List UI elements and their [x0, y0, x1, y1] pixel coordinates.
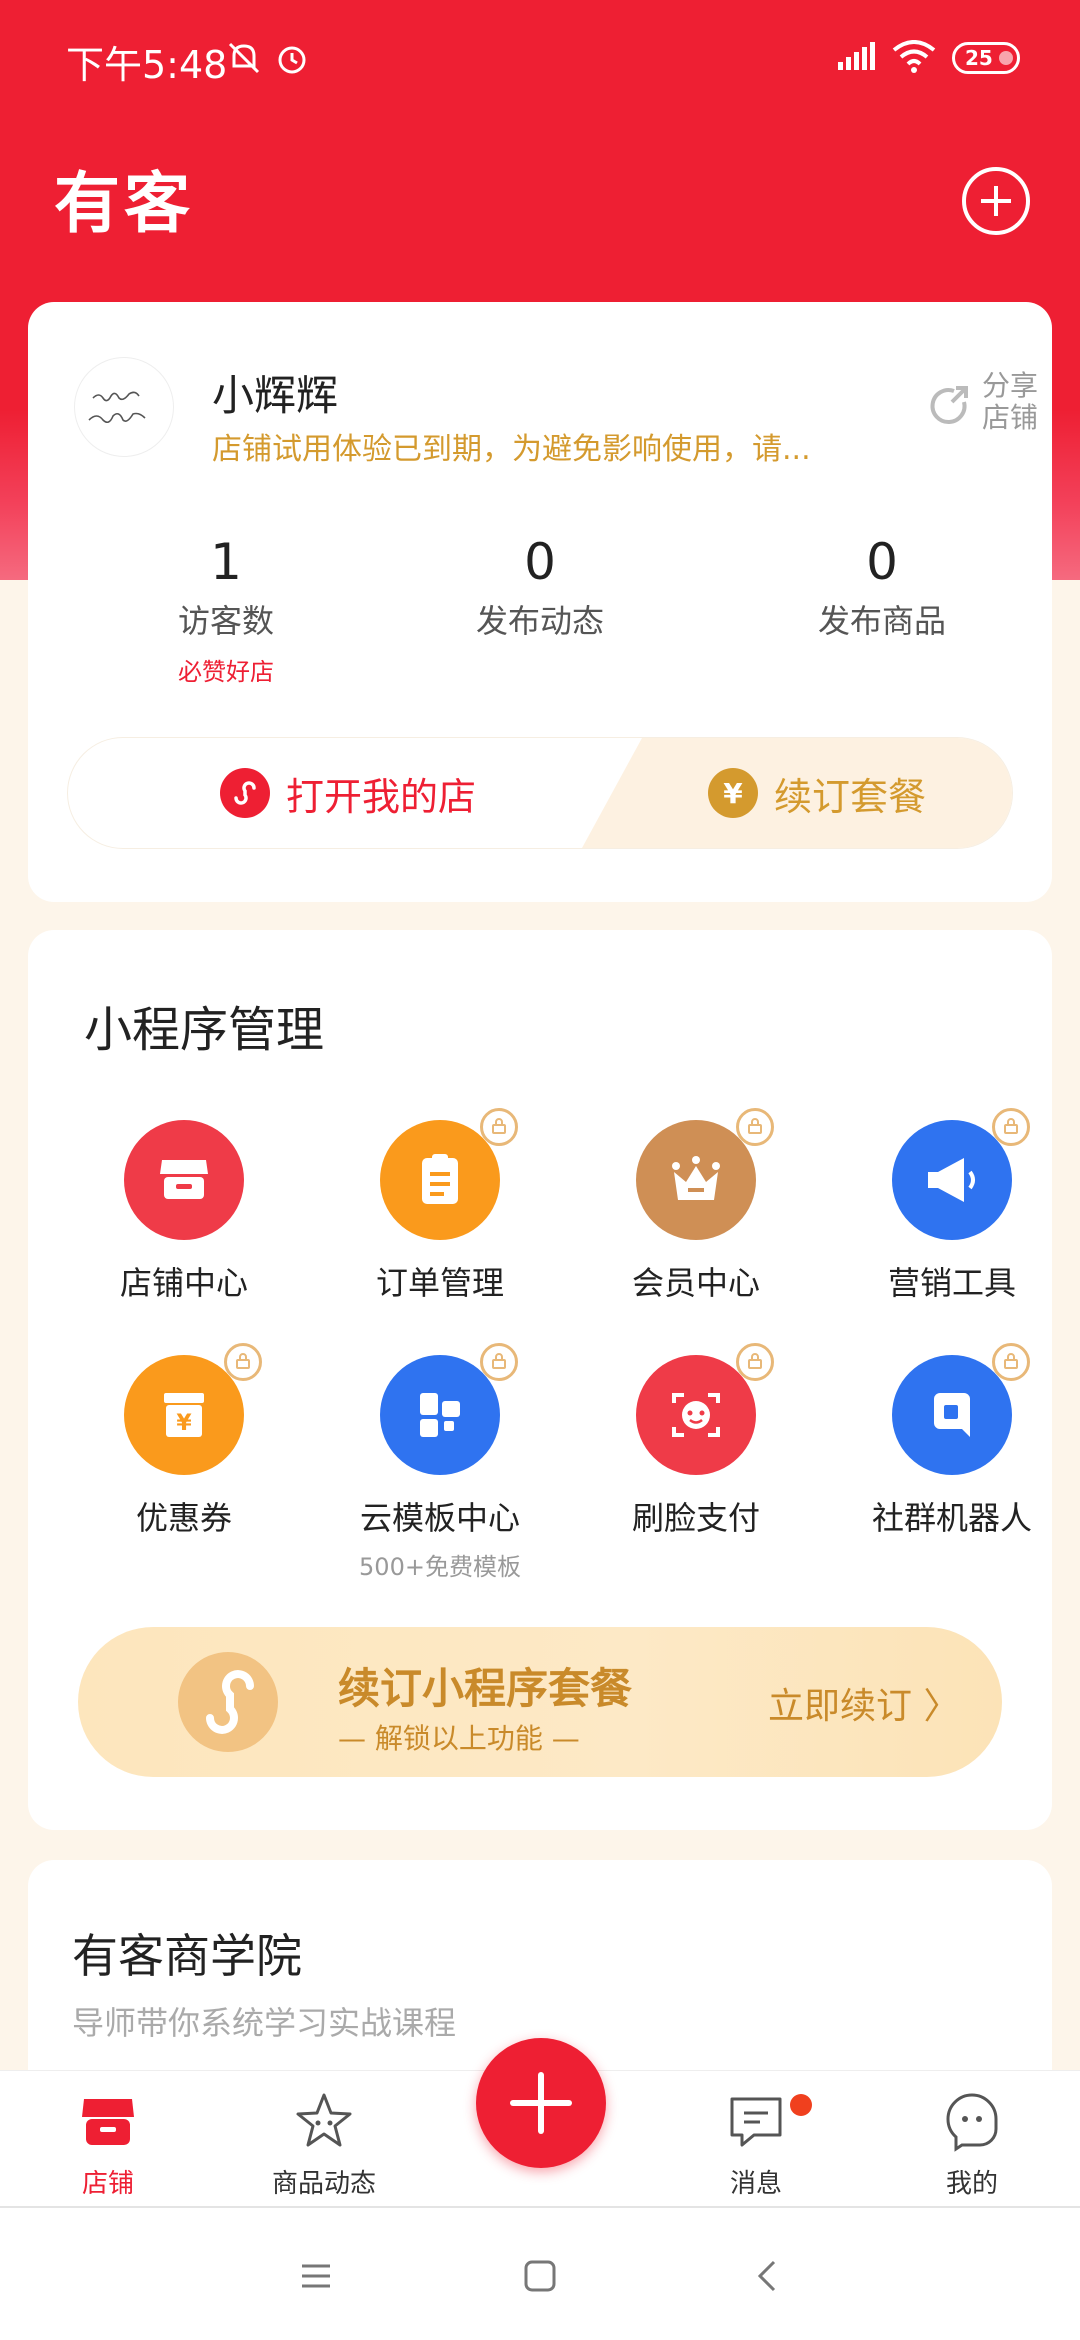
megaphone-icon — [892, 1108, 1030, 1240]
app-title: 有客 — [54, 165, 194, 242]
nav-label: 商品动态 — [271, 2169, 376, 2199]
tile-cloud-templates[interactable]: 云模板中心 500+免费模板 — [330, 1343, 550, 1582]
banner-subtitle: — 解锁以上功能 — — [338, 1722, 580, 1755]
lock-icon — [224, 1343, 262, 1381]
stat-label: 访客数 — [177, 602, 274, 640]
stat-label: 发布商品 — [817, 602, 946, 640]
tile-marketing-tools[interactable]: 营销工具 — [842, 1108, 1062, 1304]
stat-value: 0 — [866, 533, 898, 591]
lock-icon — [736, 1108, 774, 1146]
store-avatar[interactable] — [74, 357, 174, 457]
yen-icon: ¥ — [707, 768, 758, 818]
star-icon — [296, 2093, 352, 2147]
back-icon[interactable] — [750, 2258, 786, 2294]
mute-bell-icon — [226, 40, 262, 80]
open-store-label: 打开我的店 — [285, 774, 476, 819]
face-scan-icon — [636, 1343, 774, 1475]
renew-now-link[interactable]: 立即续订 〉 — [768, 1677, 959, 1729]
mini-program-icon — [219, 768, 270, 818]
renew-plan-label: 续订套餐 — [773, 774, 926, 819]
wifi-icon — [892, 40, 936, 78]
tile-label: 云模板中心 — [359, 1499, 520, 1537]
section-title: 小程序管理 — [84, 1002, 325, 1058]
stat-sub-label: 必赞好店 — [178, 658, 274, 686]
battery-indicator: 25 — [952, 42, 1020, 74]
lock-icon — [992, 1343, 1030, 1381]
store-icon — [82, 2099, 134, 2145]
share-store-button[interactable]: 分享店铺 — [926, 369, 1046, 452]
store-name: 小辉辉 — [212, 371, 339, 420]
coupon-icon: ¥ — [124, 1343, 262, 1475]
nav-profile[interactable]: 我的 — [892, 2089, 1052, 2200]
status-time: 下午5:48 — [66, 43, 228, 87]
profile-icon — [946, 2093, 998, 2152]
share-icon — [930, 386, 968, 425]
publish-fab-button[interactable] — [476, 2038, 606, 2168]
store-icon — [124, 1120, 244, 1240]
tile-label: 刷脸支付 — [631, 1499, 760, 1537]
home-icon[interactable] — [522, 2258, 558, 2294]
tile-order-management[interactable]: 订单管理 — [330, 1108, 550, 1304]
status-bar: 下午5:48 25 — [0, 0, 1080, 115]
store-actions: 打开我的店 ¥ 续订套餐 — [68, 738, 1012, 848]
stat-value: 0 — [524, 533, 556, 591]
crown-icon — [636, 1108, 774, 1240]
signal-icon — [836, 40, 880, 76]
renew-miniapp-banner[interactable]: 续订小程序套餐 — 解锁以上功能 — 立即续订 〉 — [78, 1627, 1002, 1777]
stat-label: 发布动态 — [475, 602, 604, 640]
svg-text:¥: ¥ — [176, 1411, 192, 1436]
tile-face-pay[interactable]: 刷脸支付 — [586, 1343, 806, 1539]
nav-messages[interactable]: 消息 — [676, 2089, 836, 2200]
lock-icon — [736, 1343, 774, 1381]
tile-label: 营销工具 — [887, 1264, 1016, 1302]
template-icon — [380, 1343, 518, 1475]
store-expiry-notice[interactable]: 店铺试用体验已到期，为避免影响使用，请... — [212, 424, 852, 468]
banner-title: 续订小程序套餐 — [338, 1664, 633, 1713]
alarm-icon — [274, 40, 310, 80]
system-nav-bar — [0, 2206, 1080, 2340]
nav-label: 消息 — [729, 2169, 782, 2199]
tile-label: 订单管理 — [375, 1264, 504, 1302]
tile-coupons[interactable]: ¥ 优惠券 — [74, 1343, 294, 1539]
lock-icon — [480, 1108, 518, 1146]
robot-icon — [892, 1343, 1030, 1475]
tile-label: 会员中心 — [631, 1264, 760, 1302]
miniapp-management-card: 小程序管理 店铺中心 订单管理 会员中心 营销工具 ¥ 优惠券 云模板中心 50… — [28, 930, 1052, 1830]
tile-sub-label: 500+免费模板 — [359, 1553, 521, 1581]
store-card: 小辉辉 店铺试用体验已到期，为避免影响使用，请... 分享店铺 1 访客数 必赞… — [28, 302, 1052, 902]
tile-label: 店铺中心 — [119, 1264, 248, 1302]
lock-icon — [480, 1343, 518, 1381]
share-store-label: 分享店铺 — [982, 369, 1039, 434]
lock-icon — [992, 1108, 1030, 1146]
tile-member-center[interactable]: 会员中心 — [586, 1108, 806, 1304]
tile-label: 社群机器人 — [871, 1499, 1032, 1537]
clipboard-icon — [380, 1108, 518, 1240]
nav-label: 我的 — [945, 2169, 998, 2199]
stat-products[interactable]: 0 发布商品 — [752, 532, 1012, 642]
open-store-button[interactable]: 打开我的店 — [68, 738, 628, 848]
mini-program-badge-icon — [178, 1652, 278, 1752]
renew-plan-button[interactable]: ¥ 续订套餐 — [582, 738, 1012, 848]
tile-label: 优惠券 — [135, 1499, 232, 1537]
add-button[interactable] — [962, 167, 1030, 235]
stat-value: 1 — [210, 533, 242, 591]
stat-posts[interactable]: 0 发布动态 — [410, 532, 670, 642]
message-unread-dot — [790, 2094, 812, 2116]
stat-visitors[interactable]: 1 访客数 必赞好店 — [96, 532, 356, 687]
menu-icon[interactable] — [298, 2258, 334, 2294]
nav-label: 店铺 — [81, 2169, 134, 2199]
message-icon — [730, 2097, 782, 2147]
nav-store[interactable]: 店铺 — [28, 2089, 188, 2200]
battery-level: 25 — [965, 46, 993, 70]
nav-product-feed[interactable]: 商品动态 — [244, 2089, 404, 2200]
academy-subtitle: 导师带你系统学习实战课程 — [72, 2004, 457, 2042]
tile-store-center[interactable]: 店铺中心 — [74, 1120, 294, 1304]
academy-title: 有客商学院 — [72, 1929, 302, 1983]
tile-community-bot[interactable]: 社群机器人 — [842, 1343, 1062, 1539]
